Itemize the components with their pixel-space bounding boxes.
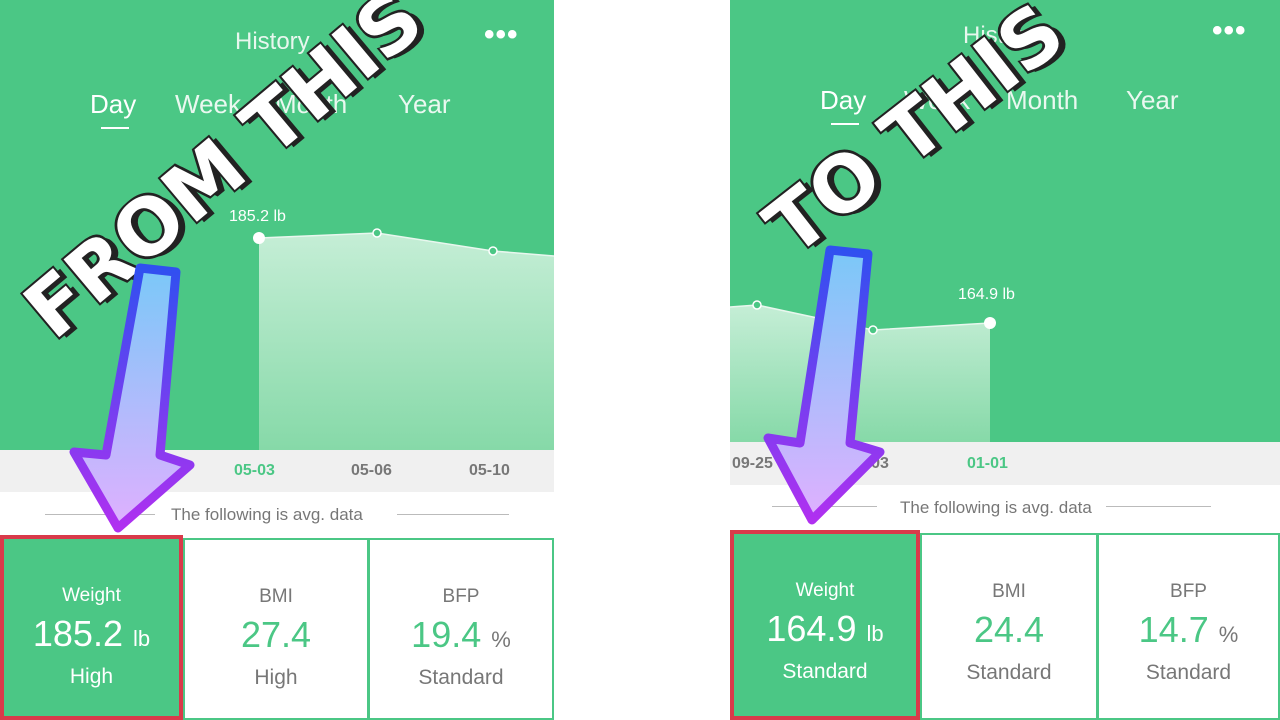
card-unit: % <box>491 627 511 652</box>
card-label: BFP <box>1170 581 1207 602</box>
card-value: 164.9 <box>766 608 857 649</box>
card-status: High <box>69 665 114 688</box>
card-status: High <box>254 666 298 689</box>
card-value: 24.4 <box>973 609 1045 650</box>
tab-year[interactable]: Year <box>1126 85 1179 116</box>
bfp-card[interactable]: BFP 19.4 % Standard <box>368 538 554 720</box>
card-status: Standard <box>782 660 868 683</box>
card-unit: lb <box>866 621 884 646</box>
date-label[interactable]: 09-25 <box>732 455 773 473</box>
card-status: Standard <box>418 666 504 689</box>
card-status: Standard <box>1145 661 1232 684</box>
card-unit: lb <box>132 626 151 651</box>
date-label[interactable]: 05-06 <box>351 462 392 480</box>
card-value: 185.2 <box>32 613 123 654</box>
card-unit: % <box>1218 622 1239 647</box>
weight-card[interactable]: Weight 185.2 lb High <box>0 535 183 720</box>
card-value: 27.4 <box>240 614 312 655</box>
card-status: Standard <box>966 661 1052 684</box>
tab-day[interactable]: Day <box>90 89 136 120</box>
tab-underline <box>101 127 129 129</box>
divider <box>45 514 155 515</box>
date-label[interactable]: 12-03 <box>848 455 889 473</box>
divider <box>772 506 877 507</box>
bmi-card[interactable]: BMI 27.4 High <box>183 538 369 720</box>
date-label[interactable]: 05-03 <box>234 462 275 480</box>
more-dots-icon[interactable]: ••• <box>1212 14 1247 48</box>
avg-caption: The following is avg. data <box>900 498 1092 517</box>
tab-day[interactable]: Day <box>820 85 866 116</box>
bfp-card[interactable]: BFP 14.7 % Standard <box>1097 533 1280 720</box>
card-value: 19.4 <box>411 614 482 655</box>
card-label: Weight <box>795 580 855 601</box>
date-label[interactable]: 05-10 <box>469 462 510 480</box>
weight-card[interactable]: Weight 164.9 lb Standard <box>730 530 920 720</box>
data-point <box>372 228 382 238</box>
data-point <box>868 325 878 335</box>
more-dots-icon[interactable]: ••• <box>484 18 519 52</box>
card-value: 14.7 <box>1138 609 1209 650</box>
card-label: BMI <box>992 581 1026 602</box>
chart-fill <box>259 233 554 450</box>
data-point <box>752 300 762 310</box>
avg-caption: The following is avg. data <box>171 505 363 524</box>
point-label: 164.9 lb <box>958 286 1015 303</box>
data-point <box>488 246 498 256</box>
card-label: BMI <box>259 586 293 607</box>
divider <box>1106 506 1211 507</box>
data-point <box>253 232 265 244</box>
card-label: Weight <box>62 585 121 606</box>
divider <box>397 514 509 515</box>
data-point <box>984 317 996 329</box>
card-label: BFP <box>442 586 480 607</box>
bmi-card[interactable]: BMI 24.4 Standard <box>920 533 1098 720</box>
tab-year[interactable]: Year <box>398 89 451 120</box>
date-label[interactable]: 01-01 <box>967 455 1008 473</box>
